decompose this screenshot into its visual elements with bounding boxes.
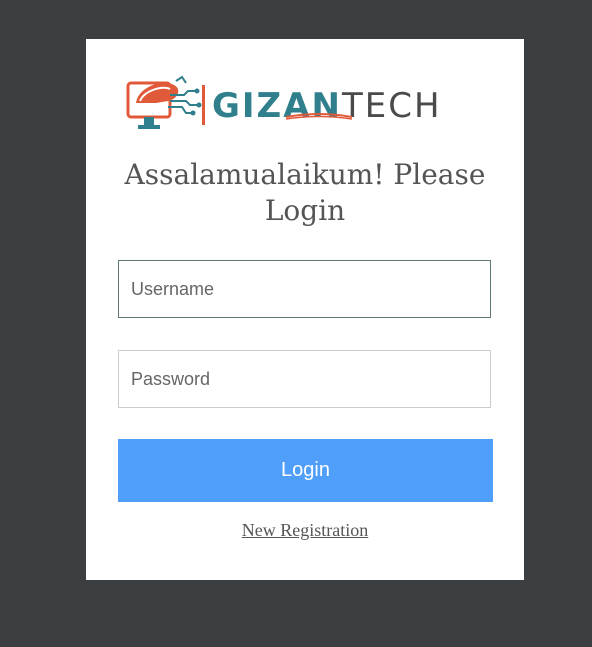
page-title: Assalamualaikum! Please Login [124, 158, 486, 227]
gizantech-logo: GIZANTECH [126, 73, 486, 137]
brand-name-part2: TECH [341, 86, 442, 126]
password-input[interactable] [118, 350, 491, 408]
username-input[interactable] [118, 260, 491, 318]
login-card: GIZANTECH Assalamualaikum! Please Login … [86, 39, 524, 580]
login-button[interactable]: Login [118, 439, 493, 502]
computer-circuit-logo-icon [126, 75, 205, 129]
new-registration-link[interactable]: New Registration [86, 520, 524, 541]
brand-underline-swoosh-icon [285, 113, 353, 120]
